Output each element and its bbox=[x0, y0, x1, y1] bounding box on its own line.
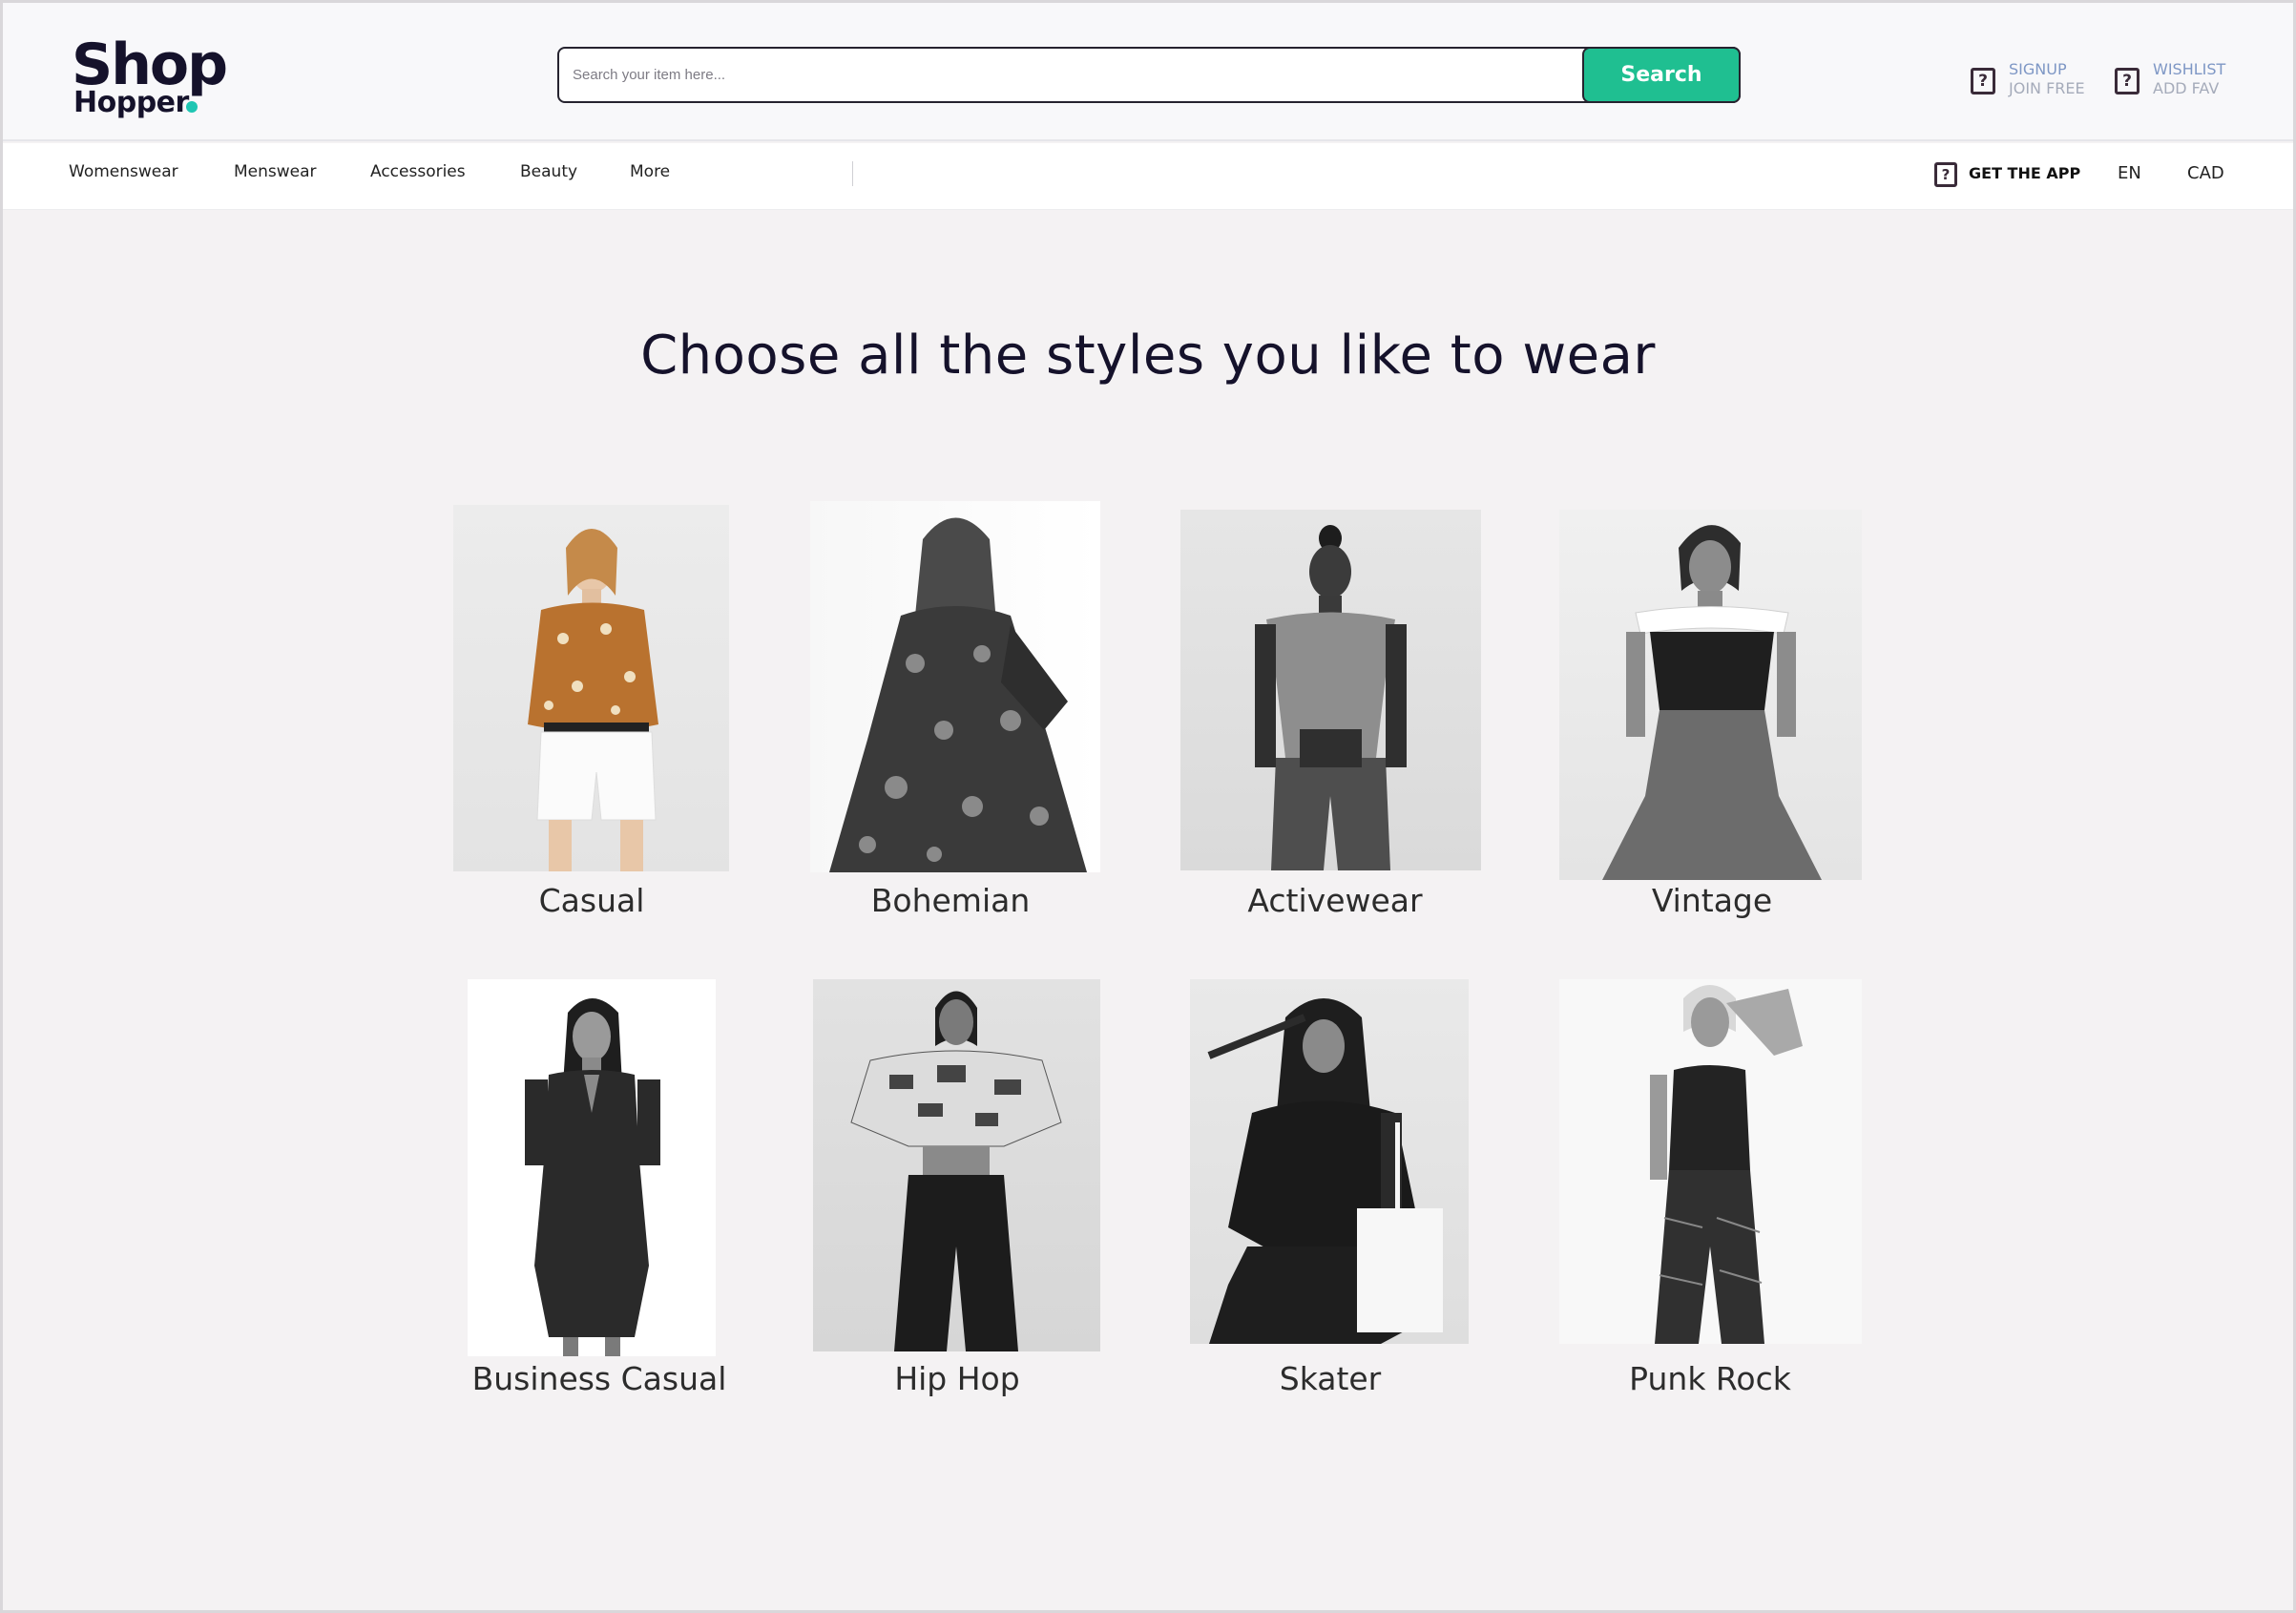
category-nav: Womenswear Menswear Accessories Beauty M… bbox=[3, 143, 2293, 210]
bohemian-model-image bbox=[810, 501, 1100, 872]
business-casual-model-image bbox=[468, 979, 716, 1356]
page-frame bbox=[0, 0, 2296, 1613]
logo-dot bbox=[186, 101, 198, 113]
nav-accessories[interactable]: Accessories bbox=[370, 162, 466, 181]
nav-beauty[interactable]: Beauty bbox=[520, 162, 577, 181]
shophopper-logo[interactable]: Shop Hopper bbox=[72, 31, 234, 122]
activewear-model-image bbox=[1180, 510, 1481, 870]
nav-more[interactable]: More bbox=[630, 162, 670, 181]
question-box-icon: ? bbox=[2115, 68, 2139, 94]
style-label: Vintage bbox=[1651, 882, 1773, 919]
style-label: Business Casual bbox=[471, 1360, 727, 1397]
page-title: Choose all the styles you like to wear bbox=[640, 325, 1656, 387]
nav-womenswear[interactable]: Womenswear bbox=[69, 162, 178, 181]
style-label: Activewear bbox=[1247, 882, 1423, 919]
search-bar: Search bbox=[557, 47, 1741, 103]
nav-menswear[interactable]: Menswear bbox=[234, 162, 317, 181]
add-fav-label: ADD FAV bbox=[2153, 79, 2220, 97]
style-label: Skater bbox=[1279, 1360, 1382, 1397]
question-box-icon: ? bbox=[1934, 162, 1957, 187]
get-the-app-label: GET THE APP bbox=[1969, 164, 2081, 182]
search-input[interactable] bbox=[573, 49, 1565, 101]
search-button[interactable]: Search bbox=[1582, 47, 1741, 103]
punk-rock-model-image bbox=[1559, 979, 1862, 1344]
top-header: Shop Hopper Search ? SIGNUP JOIN FREE ? … bbox=[3, 3, 2293, 141]
style-label: Bohemian bbox=[870, 882, 1031, 919]
wishlist-link[interactable]: ? WISHLIST ADD FAV bbox=[2115, 58, 2229, 102]
hip-hop-model-image bbox=[813, 979, 1100, 1351]
question-box-icon: ? bbox=[1971, 68, 1995, 94]
join-free-label: JOIN FREE bbox=[2009, 79, 2085, 97]
style-label: Hip Hop bbox=[894, 1360, 1020, 1397]
wishlist-label: WISHLIST bbox=[2153, 60, 2226, 78]
signup-label: SIGNUP bbox=[2009, 60, 2067, 78]
signup-link[interactable]: ? SIGNUP JOIN FREE bbox=[1971, 58, 2085, 102]
skater-model-image bbox=[1190, 979, 1469, 1344]
currency-selector[interactable]: CAD bbox=[2187, 163, 2224, 183]
language-selector[interactable]: EN bbox=[2118, 163, 2141, 183]
casual-model-image bbox=[453, 505, 729, 871]
style-label: Casual bbox=[538, 882, 645, 919]
style-label: Punk Rock bbox=[1629, 1360, 1791, 1397]
nav-divider bbox=[852, 161, 853, 186]
vintage-model-image bbox=[1559, 510, 1862, 880]
logo-word-hopper: Hopper bbox=[73, 86, 189, 119]
